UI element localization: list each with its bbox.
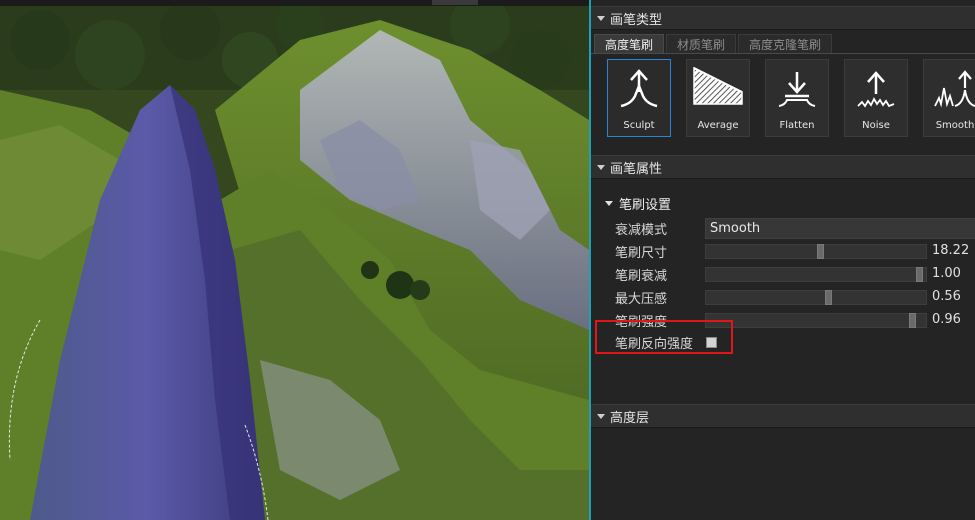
max-pressure-value: 0.56: [932, 289, 961, 304]
flatten-icon: [778, 72, 816, 107]
terrain-viewport[interactable]: [0, 0, 589, 520]
brush-label: Average: [697, 120, 739, 131]
section-title-brush-type: 画笔类型: [610, 12, 663, 28]
section-title-brush-props: 画笔属性: [610, 161, 663, 177]
brush-size-slider[interactable]: [705, 244, 927, 259]
section-header-brush-type[interactable]: 画笔类型: [591, 6, 975, 30]
group-title-brush-settings: 笔刷设置: [619, 197, 672, 213]
max-pressure-slider[interactable]: [705, 290, 927, 305]
brush-label: Flatten: [779, 120, 815, 131]
slider-handle[interactable]: [916, 267, 923, 282]
max-pressure-label: 最大压感: [615, 292, 668, 307]
brush-label: Smooth: [935, 120, 975, 131]
slider-handle[interactable]: [817, 244, 824, 259]
falloff-mode-dropdown[interactable]: Smooth: [705, 218, 975, 239]
average-icon: [693, 66, 743, 105]
row-max-pressure: 最大压感 0.56: [605, 286, 975, 309]
tab-material-brush[interactable]: 材质笔刷: [666, 34, 737, 54]
brush-flatten-button[interactable]: Flatten: [765, 59, 829, 137]
brush-smooth-button[interactable]: Smooth: [923, 59, 975, 137]
brush-label: Noise: [862, 120, 890, 131]
brush-strength-value: 0.96: [932, 312, 961, 327]
brush-panel: 画笔类型 高度笔刷 材质笔刷 高度克隆笔刷 Sculpt Average Fla…: [591, 0, 975, 520]
slider-handle[interactable]: [825, 290, 832, 305]
tab-underline: [591, 53, 975, 54]
brush-falloff-value: 1.00: [932, 266, 961, 281]
brush-size-label: 笔刷尺寸: [615, 246, 668, 261]
brush-noise-button[interactable]: Noise: [844, 59, 908, 137]
falloff-mode-label: 衰减模式: [615, 223, 668, 238]
brush-falloff-label: 笔刷衰减: [615, 269, 668, 284]
brush-label: Sculpt: [623, 120, 655, 131]
terrain-render: [0, 0, 589, 520]
smooth-icon: [934, 70, 975, 108]
sculpt-icon: [620, 69, 658, 108]
tab-height-clone-brush[interactable]: 高度克隆笔刷: [738, 34, 833, 54]
section-header-height-layer[interactable]: 高度层: [591, 404, 975, 428]
slider-handle[interactable]: [909, 313, 916, 328]
brush-sculpt-button[interactable]: Sculpt: [607, 59, 671, 137]
section-header-brush-props[interactable]: 画笔属性: [591, 155, 975, 179]
chevron-down-icon: [597, 164, 605, 170]
viewport-toolbar-strip: [0, 0, 589, 6]
chevron-down-icon: [597, 15, 605, 21]
group-header-brush-settings[interactable]: 笔刷设置: [605, 193, 975, 213]
noise-icon: [857, 71, 895, 108]
brush-average-button[interactable]: Average: [686, 59, 750, 137]
editor-window: 画笔类型 高度笔刷 材质笔刷 高度克隆笔刷 Sculpt Average Fla…: [0, 0, 975, 520]
row-falloff-mode: 衰减模式 Smooth: [605, 217, 975, 240]
brush-list: Sculpt Average Flatten Noise Smooth: [607, 59, 975, 137]
section-title-height-layer: 高度层: [610, 410, 650, 426]
brush-strength-slider[interactable]: [705, 313, 927, 328]
chevron-down-icon: [597, 413, 605, 419]
tab-height-brush[interactable]: 高度笔刷: [594, 34, 665, 54]
viewport-toolbar-handle[interactable]: [432, 0, 478, 5]
brush-tabs: 高度笔刷 材质笔刷 高度克隆笔刷: [591, 34, 975, 54]
chevron-down-icon: [605, 200, 613, 206]
brush-size-value: 18.22: [932, 243, 970, 258]
highlight-annotation: [595, 320, 733, 354]
falloff-mode-value: Smooth: [710, 221, 761, 236]
brush-falloff-slider[interactable]: [705, 267, 927, 282]
row-brush-falloff: 笔刷衰减 1.00: [605, 263, 975, 286]
row-brush-size: 笔刷尺寸 18.22: [605, 240, 975, 263]
